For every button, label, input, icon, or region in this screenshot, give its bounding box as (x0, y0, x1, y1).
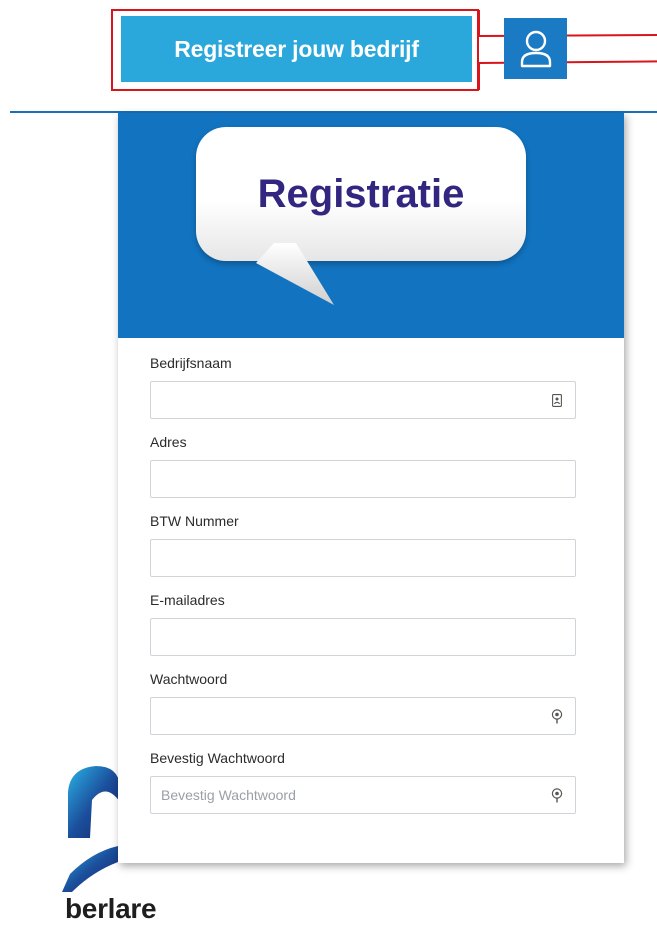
user-account-button[interactable] (504, 18, 567, 79)
field-label: BTW Nummer (150, 513, 239, 529)
field-label: Wachtwoord (150, 671, 228, 687)
vat-number-input[interactable] (150, 539, 576, 577)
registration-modal: Registratie Bedrijfsnaam Adres BTW Numme… (118, 113, 624, 863)
key-icon (550, 707, 564, 725)
password-input[interactable] (150, 697, 576, 735)
field-label: Bevestig Wachtwoord (150, 750, 285, 766)
modal-header: Registratie (118, 113, 624, 338)
field-confirm-password: Bevestig Wachtwoord (150, 750, 576, 814)
field-password: Wachtwoord (150, 671, 576, 735)
company-name-input[interactable] (150, 381, 576, 419)
field-address: Adres (150, 434, 576, 498)
key-icon (550, 786, 564, 804)
confirm-password-input[interactable] (150, 776, 576, 814)
annotation-line (478, 62, 480, 90)
registration-form: Bedrijfsnaam Adres BTW Nummer E-mailadre… (150, 355, 576, 829)
contact-card-icon (550, 391, 564, 409)
field-label: Bedrijfsnaam (150, 355, 232, 371)
user-icon (520, 30, 551, 67)
field-vat-number: BTW Nummer (150, 513, 576, 577)
field-company-name: Bedrijfsnaam (150, 355, 576, 419)
register-company-button[interactable]: Registreer jouw bedrijf (121, 16, 472, 82)
speech-bubble: Registratie (196, 127, 526, 261)
address-input[interactable] (150, 460, 576, 498)
modal-title: Registratie (257, 171, 465, 216)
annotation-line (478, 10, 480, 36)
field-email: E-mailadres (150, 592, 576, 656)
berlare-logo-text: berlare (65, 893, 157, 924)
field-label: Adres (150, 434, 187, 450)
field-label: E-mailadres (150, 592, 225, 608)
speech-bubble-tail (256, 243, 334, 305)
email-input[interactable] (150, 618, 576, 656)
